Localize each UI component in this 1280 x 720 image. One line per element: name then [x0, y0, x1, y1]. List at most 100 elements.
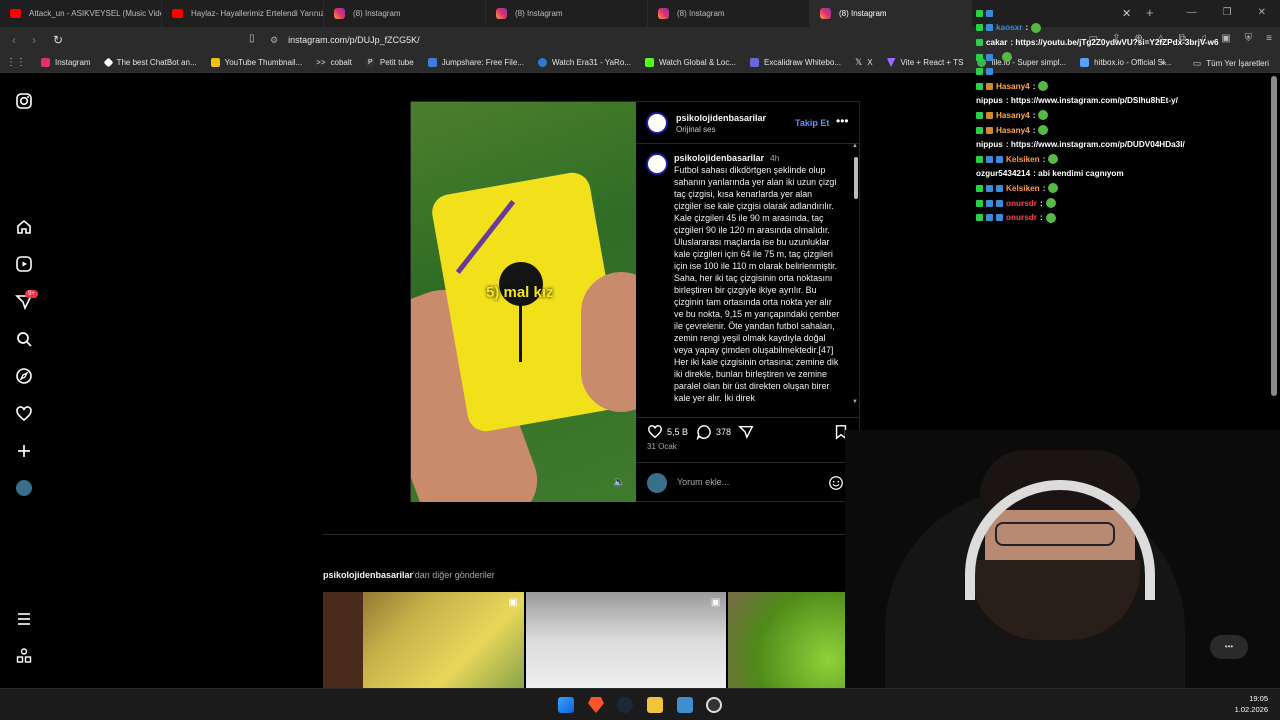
- post-sidebar: psikolojidenbasarilar Orijinal ses Takip…: [636, 102, 860, 502]
- chat-message: onursdr:: [976, 196, 1276, 211]
- browser-tab[interactable]: Haylaz- Hayallerimiz Ertelendi Yarınız: [162, 0, 324, 27]
- caption-username[interactable]: psikolojidenbasarilar: [674, 153, 764, 163]
- mute-icon[interactable]: 🔈: [613, 477, 625, 488]
- bookmark-item[interactable]: 𝕏X: [848, 57, 880, 68]
- caption-header: psikolojidenbasarilar 4h: [674, 153, 780, 163]
- forward-icon[interactable]: ›: [24, 33, 44, 47]
- create-icon[interactable]: [15, 442, 33, 460]
- instagram-icon: [41, 58, 50, 67]
- chat-message: nippus: https://www.instagram.com/p/DUDV…: [976, 140, 1185, 150]
- scroll-down-icon[interactable]: ▼: [852, 399, 858, 405]
- caption-text: Futbol sahası dikdörtgen şeklinde olup s…: [674, 165, 840, 403]
- more-options-icon[interactable]: •••: [836, 114, 849, 128]
- post-thumbnail[interactable]: ▣: [323, 592, 524, 688]
- back-icon[interactable]: ‹: [4, 33, 24, 47]
- brave-browser-icon[interactable]: [588, 697, 604, 713]
- era31-icon: [537, 58, 547, 67]
- browser-tab[interactable]: (8) Instagram: [486, 0, 648, 27]
- search-icon[interactable]: [15, 330, 33, 348]
- site-info-icon[interactable]: ⚙: [270, 35, 278, 46]
- post-modal: 5) mal kız 🔈 psikolojidenbasarilar Oriji…: [410, 101, 860, 502]
- windows-start-icon[interactable]: [558, 697, 574, 713]
- profile-avatar[interactable]: [16, 480, 32, 496]
- chat-message: Kelsiken:: [976, 181, 1276, 196]
- bookmark-item[interactable]: >> cobalt: [309, 58, 359, 67]
- instagram-icon: [820, 8, 831, 19]
- caption-scrollbar[interactable]: ▲ ▼: [852, 143, 859, 415]
- also-from-meta-icon[interactable]: [15, 647, 33, 665]
- post-date: 31 Ocak: [647, 442, 677, 451]
- comment-count[interactable]: 378: [716, 427, 731, 437]
- like-count[interactable]: 5,5 B: [667, 427, 688, 437]
- app-icon[interactable]: [677, 697, 693, 713]
- comment-avatar[interactable]: [646, 153, 668, 175]
- chat-message: Hasany4:: [976, 108, 1276, 123]
- emoji-icon[interactable]: [828, 475, 844, 491]
- browser-tab[interactable]: (8) Instagram: [648, 0, 810, 27]
- comment-input[interactable]: Yorum ekle...: [677, 477, 729, 487]
- video-mic-cable: [519, 302, 522, 362]
- bookmark-item[interactable]: P Petit tube: [359, 58, 421, 67]
- instagram-logo-icon[interactable]: [15, 92, 33, 110]
- video-caption-overlay: 5) mal kız: [486, 284, 554, 301]
- jumpshare-icon: [427, 58, 437, 67]
- bookmark-item[interactable]: Excalidraw Whitebo...: [743, 58, 848, 67]
- share-icon[interactable]: [738, 424, 754, 440]
- comment-box: Yorum ekle...: [636, 462, 860, 502]
- comment-icon[interactable]: [696, 424, 712, 440]
- scroll-thumb[interactable]: [854, 157, 858, 199]
- bookmark-item[interactable]: Watch Global & Loc...: [638, 58, 743, 67]
- x-icon: 𝕏: [854, 57, 863, 67]
- apps-grid-icon[interactable]: ⋮⋮: [6, 57, 26, 68]
- bookmark-icon[interactable]: ▯: [249, 33, 255, 44]
- post-thumbnail[interactable]: ▣: [525, 592, 727, 688]
- page-scrollbar[interactable]: [1271, 76, 1277, 396]
- follow-button[interactable]: Takip Et: [795, 118, 829, 128]
- explore-icon[interactable]: [15, 367, 33, 385]
- post-header: psikolojidenbasarilar Orijinal ses Takip…: [636, 102, 860, 144]
- heart-icon[interactable]: [15, 405, 33, 423]
- reload-icon[interactable]: ↻: [48, 33, 68, 47]
- more-menu-icon[interactable]: [15, 610, 33, 628]
- bookmark-item[interactable]: Jumpshare: Free File...: [421, 58, 531, 67]
- chat-message: nippus: https://www.instagram.com/p/DSIh…: [976, 96, 1178, 106]
- chat-message: Hasany4:: [976, 79, 1276, 94]
- youtube-icon: [172, 9, 183, 18]
- author-avatar[interactable]: [646, 112, 668, 134]
- video-hand: [581, 272, 636, 412]
- audio-label[interactable]: Orijinal ses: [676, 125, 716, 134]
- bookmark-item[interactable]: Instagram: [34, 58, 98, 67]
- chat-message: kaosxr:: [976, 21, 1276, 36]
- system-clock[interactable]: 19:05 1.02.2026: [1235, 693, 1268, 715]
- scroll-up-icon[interactable]: ▲: [852, 143, 858, 149]
- bookmark-item[interactable]: Watch Era31 - YaRo...: [531, 58, 638, 67]
- browser-tab[interactable]: (8) Instagram: [324, 0, 486, 27]
- obs-icon[interactable]: [706, 697, 722, 713]
- post-video[interactable]: 5) mal kız 🔈: [411, 102, 636, 502]
- user-avatar: [647, 473, 667, 493]
- chat-message: Hasany4:: [976, 123, 1276, 138]
- file-explorer-icon[interactable]: [647, 697, 663, 713]
- browser-tab-active[interactable]: (8) Instagram: [810, 0, 972, 27]
- excalidraw-icon: [750, 58, 760, 67]
- chat-message: onursdr:: [976, 210, 1276, 225]
- author-username[interactable]: psikolojidenbasarilar: [676, 113, 766, 123]
- bookmark-item[interactable]: YouTube Thumbnail...: [204, 58, 310, 67]
- bookmark-item[interactable]: Vite + React + TS: [880, 58, 971, 67]
- more-icon[interactable]: •••: [1210, 635, 1248, 659]
- cobalt-icon: >>: [316, 58, 326, 67]
- instagram-icon: [496, 8, 507, 19]
- chat-message: cakar: https://youtu.be/jTg2Z0ydwVU?si=Y…: [976, 35, 1276, 50]
- reels-icon[interactable]: [15, 255, 33, 273]
- reel-icon: ▣: [710, 597, 721, 608]
- url-field[interactable]: ⚙ instagram.com/p/DUJp_fZCG5K/: [270, 31, 950, 49]
- browser-tab[interactable]: Attack_un - ASIKVEYSEL (Music Video): [0, 0, 162, 27]
- instagram-icon: [334, 8, 345, 19]
- caption-time: 4h: [770, 153, 780, 163]
- home-icon[interactable]: [15, 218, 33, 236]
- steam-icon[interactable]: [617, 697, 633, 713]
- webcam-overlay: •••: [845, 430, 1280, 690]
- like-icon[interactable]: [647, 424, 663, 440]
- thumb-sleeve: [323, 592, 363, 688]
- bookmark-item[interactable]: The best ChatBot an...: [98, 57, 204, 68]
